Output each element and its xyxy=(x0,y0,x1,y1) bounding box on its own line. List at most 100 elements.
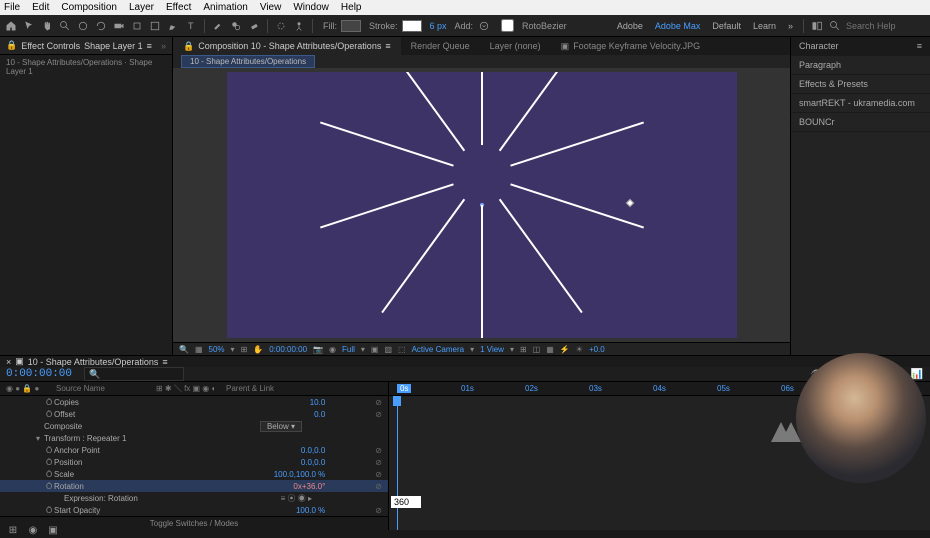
pen-tool-icon[interactable] xyxy=(166,19,180,33)
vc-pixel-icon[interactable]: ▦ xyxy=(546,345,554,354)
timeline-search-input[interactable] xyxy=(84,367,184,381)
playhead[interactable] xyxy=(397,396,398,530)
resolution-dropdown[interactable]: Full xyxy=(342,345,355,354)
stroke-width[interactable]: 6 px xyxy=(430,21,447,31)
panel-menu[interactable]: ≡ xyxy=(147,41,152,51)
panel-menu[interactable]: ≡ xyxy=(385,41,390,51)
status-frame-icon[interactable]: ▣ xyxy=(46,524,60,538)
workspace-default[interactable]: Default xyxy=(712,21,741,31)
vc-3d-icon[interactable]: ⬚ xyxy=(398,345,406,354)
snapshot-icon[interactable]: 📷 xyxy=(313,345,323,354)
menu-help[interactable]: Help xyxy=(341,2,362,13)
panel-toggle-icon[interactable] xyxy=(810,19,824,33)
roto-tool-icon[interactable] xyxy=(274,19,288,33)
pan-behind-tool-icon[interactable] xyxy=(130,19,144,33)
toggle-switches-button[interactable]: Toggle Switches / Modes xyxy=(150,519,239,528)
home-icon[interactable] xyxy=(4,19,18,33)
transform-handle[interactable] xyxy=(625,199,633,207)
zoom-tool-icon[interactable] xyxy=(58,19,72,33)
expression-input[interactable]: 360 xyxy=(391,496,421,508)
view-dropdown[interactable]: 1 View xyxy=(480,345,504,354)
property-row-transform-repeater-[interactable]: ▾Transform : Repeater 1 xyxy=(0,432,388,444)
bouncr-panel-tab[interactable]: BOUNCr xyxy=(791,113,930,132)
rotation-tool-icon[interactable] xyxy=(94,19,108,33)
menu-edit[interactable]: Edit xyxy=(32,2,49,13)
property-row-copies[interactable]: ÖCopies10.0⊘ xyxy=(0,396,388,408)
add-dropdown-icon[interactable] xyxy=(477,19,491,33)
vc-guides-icon[interactable]: ⊞ xyxy=(520,345,527,354)
tab-layer[interactable]: Layer (none) xyxy=(480,37,551,55)
workspace-learn[interactable]: Learn xyxy=(753,21,776,31)
effects-presets-panel-tab[interactable]: Effects & Presets xyxy=(791,75,930,94)
vc-magnify-icon[interactable]: 🔍 xyxy=(179,345,189,354)
effect-controls-tab[interactable]: Shape Layer 1 xyxy=(84,41,143,51)
menu-window[interactable]: Window xyxy=(293,2,329,13)
status-render-icon[interactable]: ◉ xyxy=(26,524,40,538)
workspace-adobe[interactable]: Adobe xyxy=(617,21,643,31)
vc-res-icon[interactable]: ⊞ xyxy=(241,345,248,354)
vc-mask-icon[interactable]: ◫ xyxy=(533,345,541,354)
smartrekt-panel-tab[interactable]: smartREKT - ukramedia.com xyxy=(791,94,930,113)
menu-file[interactable]: File xyxy=(4,2,20,13)
timeline-tab[interactable]: 10 - Shape Attributes/Operations xyxy=(28,357,159,367)
lock-icon[interactable]: 🔒 xyxy=(6,40,17,51)
source-name-column[interactable]: Source Name xyxy=(56,384,156,393)
vc-grid-icon[interactable]: ▦ xyxy=(195,345,203,354)
property-row-start-opacity[interactable]: ÖStart Opacity100.0 %⊘ xyxy=(0,504,388,516)
type-tool-icon[interactable]: T xyxy=(184,19,198,33)
zoom-level[interactable]: 50% xyxy=(209,345,225,354)
menu-view[interactable]: View xyxy=(260,2,282,13)
tab-render-queue[interactable]: Render Queue xyxy=(401,37,480,55)
vc-fast-icon[interactable]: ⚡ xyxy=(560,345,570,354)
property-row-expression-rotation[interactable]: Expression: Rotation≡ ⦿ ◉ ▸ xyxy=(0,492,388,504)
status-toggle-icon[interactable]: ⊞ xyxy=(6,524,20,538)
parent-link-column[interactable]: Parent & Link xyxy=(226,384,341,393)
vc-channel-icon[interactable]: ◉ xyxy=(329,345,336,354)
menu-composition[interactable]: Composition xyxy=(61,2,117,13)
puppet-tool-icon[interactable] xyxy=(292,19,306,33)
vc-exposure-icon[interactable]: ☀ xyxy=(576,345,583,354)
effect-controls-panel: 🔒 Effect Controls Shape Layer 1 ≡ » 10 -… xyxy=(0,37,173,355)
tab-footage[interactable]: ▣ Footage Keyframe Velocity.JPG xyxy=(551,37,710,55)
character-panel-tab[interactable]: Character≡ xyxy=(791,37,930,56)
property-row-position[interactable]: ÖPosition0.0,0.0⊘ xyxy=(0,456,388,468)
menu-effect[interactable]: Effect xyxy=(166,2,191,13)
property-row-offset[interactable]: ÖOffset0.0⊘ xyxy=(0,408,388,420)
search-help-input[interactable] xyxy=(846,21,926,31)
camera-tool-icon[interactable] xyxy=(112,19,126,33)
property-row-scale[interactable]: ÖScale100.0,100.0 %⊘ xyxy=(0,468,388,480)
paragraph-panel-tab[interactable]: Paragraph xyxy=(791,56,930,75)
rotobezier-checkbox[interactable] xyxy=(501,19,514,32)
menu-animation[interactable]: Animation xyxy=(203,2,247,13)
hand-tool-icon[interactable] xyxy=(40,19,54,33)
vc-hand-icon[interactable]: ✋ xyxy=(253,345,263,354)
shape-tool-icon[interactable] xyxy=(148,19,162,33)
vc-region-icon[interactable]: ▣ xyxy=(371,345,379,354)
workspace-overflow[interactable]: » xyxy=(788,21,793,31)
orbit-tool-icon[interactable] xyxy=(76,19,90,33)
vc-time[interactable]: 0:00:00:00 xyxy=(269,345,307,354)
tab-composition[interactable]: 🔒 Composition 10 - Shape Attributes/Oper… xyxy=(173,37,401,55)
brush-tool-icon[interactable] xyxy=(211,19,225,33)
selection-tool-icon[interactable] xyxy=(22,19,36,33)
vc-transparency-icon[interactable]: ▨ xyxy=(384,345,392,354)
camera-dropdown[interactable]: Active Camera xyxy=(412,345,464,354)
property-row-rotation[interactable]: ÖRotation0x+36.0°⊘ xyxy=(0,480,388,492)
stroke-label: Stroke: xyxy=(369,21,398,31)
menu-layer[interactable]: Layer xyxy=(129,2,154,13)
fill-swatch[interactable] xyxy=(341,20,361,32)
stroke-swatch[interactable] xyxy=(402,20,422,32)
workspace-adobemax[interactable]: Adobe Max xyxy=(655,21,701,31)
composition-viewport[interactable] xyxy=(227,72,737,338)
close-icon[interactable]: × xyxy=(6,357,11,367)
clone-tool-icon[interactable] xyxy=(229,19,243,33)
property-row-composite[interactable]: CompositeBelow ▾ xyxy=(0,420,388,432)
shape-stroke xyxy=(498,72,582,151)
composition-breadcrumb[interactable]: 10 - Shape Attributes/Operations xyxy=(181,55,315,68)
add-label: Add: xyxy=(455,21,474,31)
panel-overflow[interactable]: » xyxy=(161,41,166,51)
property-row-anchor-point[interactable]: ÖAnchor Point0.0,0.0⊘ xyxy=(0,444,388,456)
current-timecode[interactable]: 0:00:00:00 xyxy=(6,368,72,380)
eraser-tool-icon[interactable] xyxy=(247,19,261,33)
exposure-value[interactable]: +0.0 xyxy=(589,345,605,354)
